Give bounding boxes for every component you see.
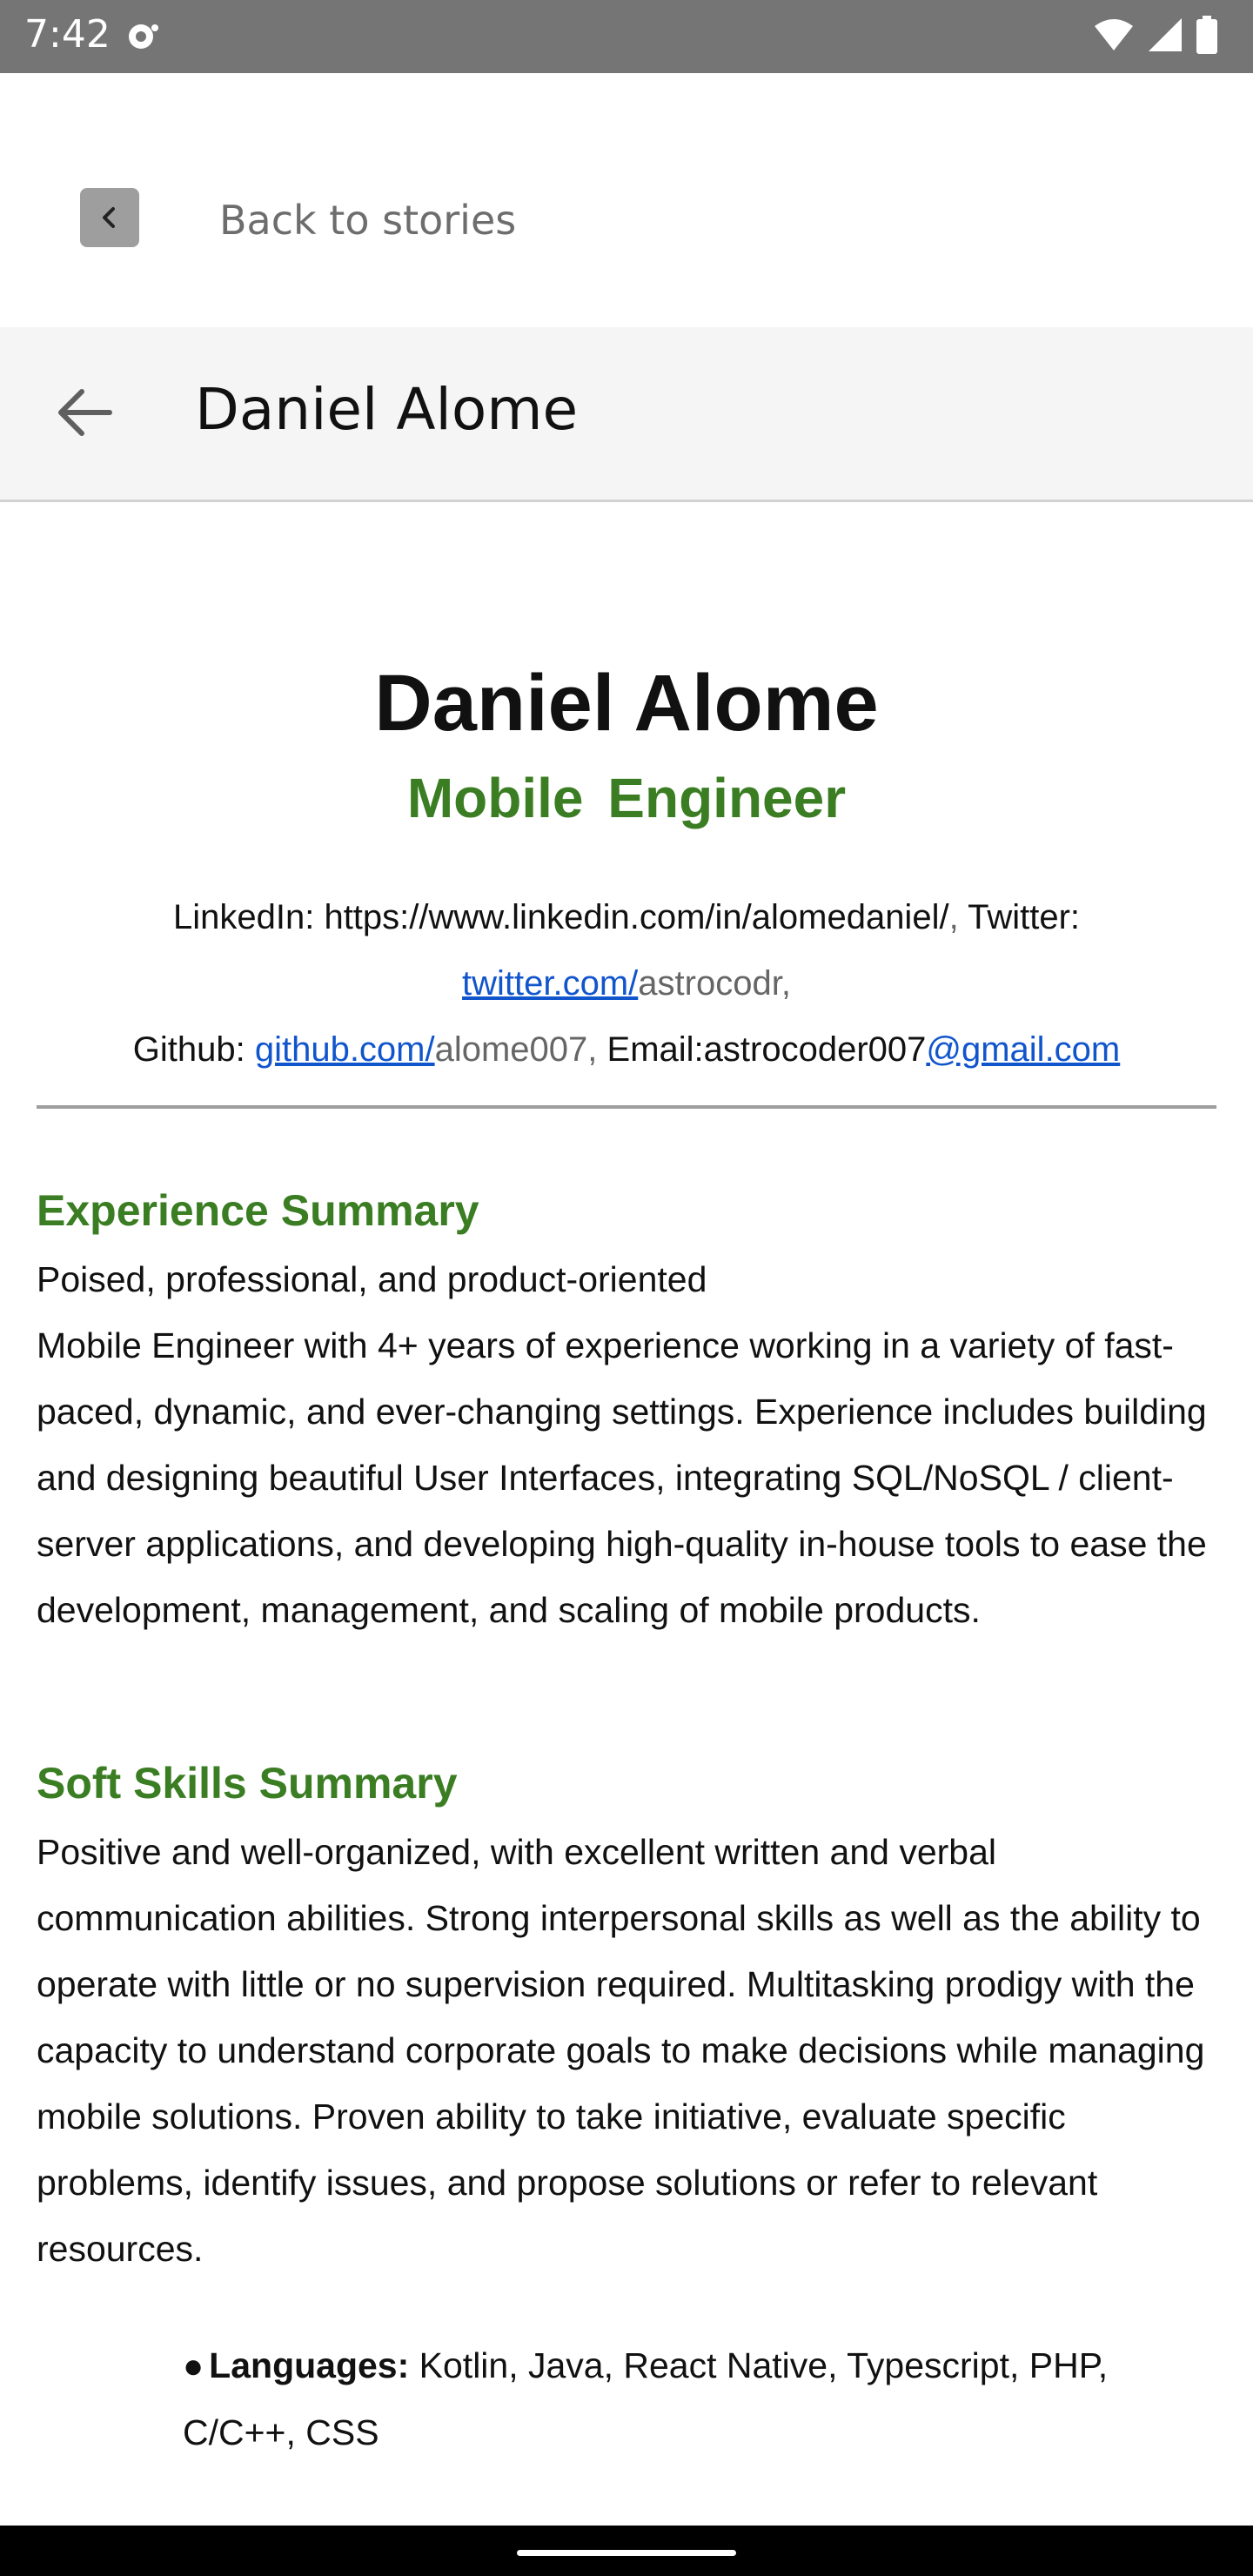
divider xyxy=(37,1105,1216,1109)
twitter-label: Twitter: xyxy=(958,898,1080,936)
wifi-icon xyxy=(1095,19,1133,50)
experience-line1: Poised, professional, and product-orient… xyxy=(37,1259,707,1299)
resume-role: Mobile Engineer xyxy=(406,767,847,829)
email-link[interactable]: @gmail.com xyxy=(926,1030,1120,1069)
github-label: Github: xyxy=(132,1030,255,1069)
email-label: Email:astrocoder007 xyxy=(597,1030,927,1069)
chevron-left-icon xyxy=(103,207,115,228)
stories-bar xyxy=(0,73,1253,327)
battery-icon xyxy=(1196,16,1217,54)
skills-list-item: ● Languages: Kotlin, Java, React Native, … xyxy=(183,2332,1209,2465)
twitter-handle: astrocodr, xyxy=(638,964,791,1003)
resume-name: Daniel Alome xyxy=(374,659,879,748)
app-bar xyxy=(0,327,1253,502)
back-to-stories-label[interactable]: Back to stories xyxy=(219,197,516,244)
arrow-left-icon[interactable] xyxy=(49,385,122,440)
back-to-stories-button[interactable] xyxy=(80,188,139,247)
contact-separator: , xyxy=(948,898,959,936)
soft-skills-heading: Soft Skills Summary xyxy=(37,1759,458,1808)
cellular-signal-icon xyxy=(1149,18,1182,51)
experience-body: Mobile Engineer with 4+ years of experie… xyxy=(37,1325,1207,1630)
status-bar: 7:42 xyxy=(0,0,1253,73)
soft-skills-body: Positive and well-organized, with excell… xyxy=(37,1832,1205,2269)
app-bar-title: Daniel Alome xyxy=(195,376,579,443)
languages-label: Languages: xyxy=(209,2345,410,2385)
bullet-dot: ● xyxy=(183,2347,204,2385)
experience-heading: Experience Summary xyxy=(37,1186,479,1235)
app-notification-icon xyxy=(129,24,158,49)
status-time: 7:42 xyxy=(24,12,111,57)
experience-summary: Poised, professional, and product-orient… xyxy=(37,1246,1220,1643)
github-link[interactable]: github.com/ xyxy=(255,1030,435,1069)
twitter-link[interactable]: twitter.com/ xyxy=(462,964,638,1003)
linkedin-text: LinkedIn: https://www.linkedin.com/in/al… xyxy=(172,898,949,936)
home-gesture-handle[interactable] xyxy=(517,2550,736,2556)
github-handle: alome007, xyxy=(434,1030,598,1069)
contact-info: LinkedIn: https://www.linkedin.com/in/al… xyxy=(35,884,1218,1083)
